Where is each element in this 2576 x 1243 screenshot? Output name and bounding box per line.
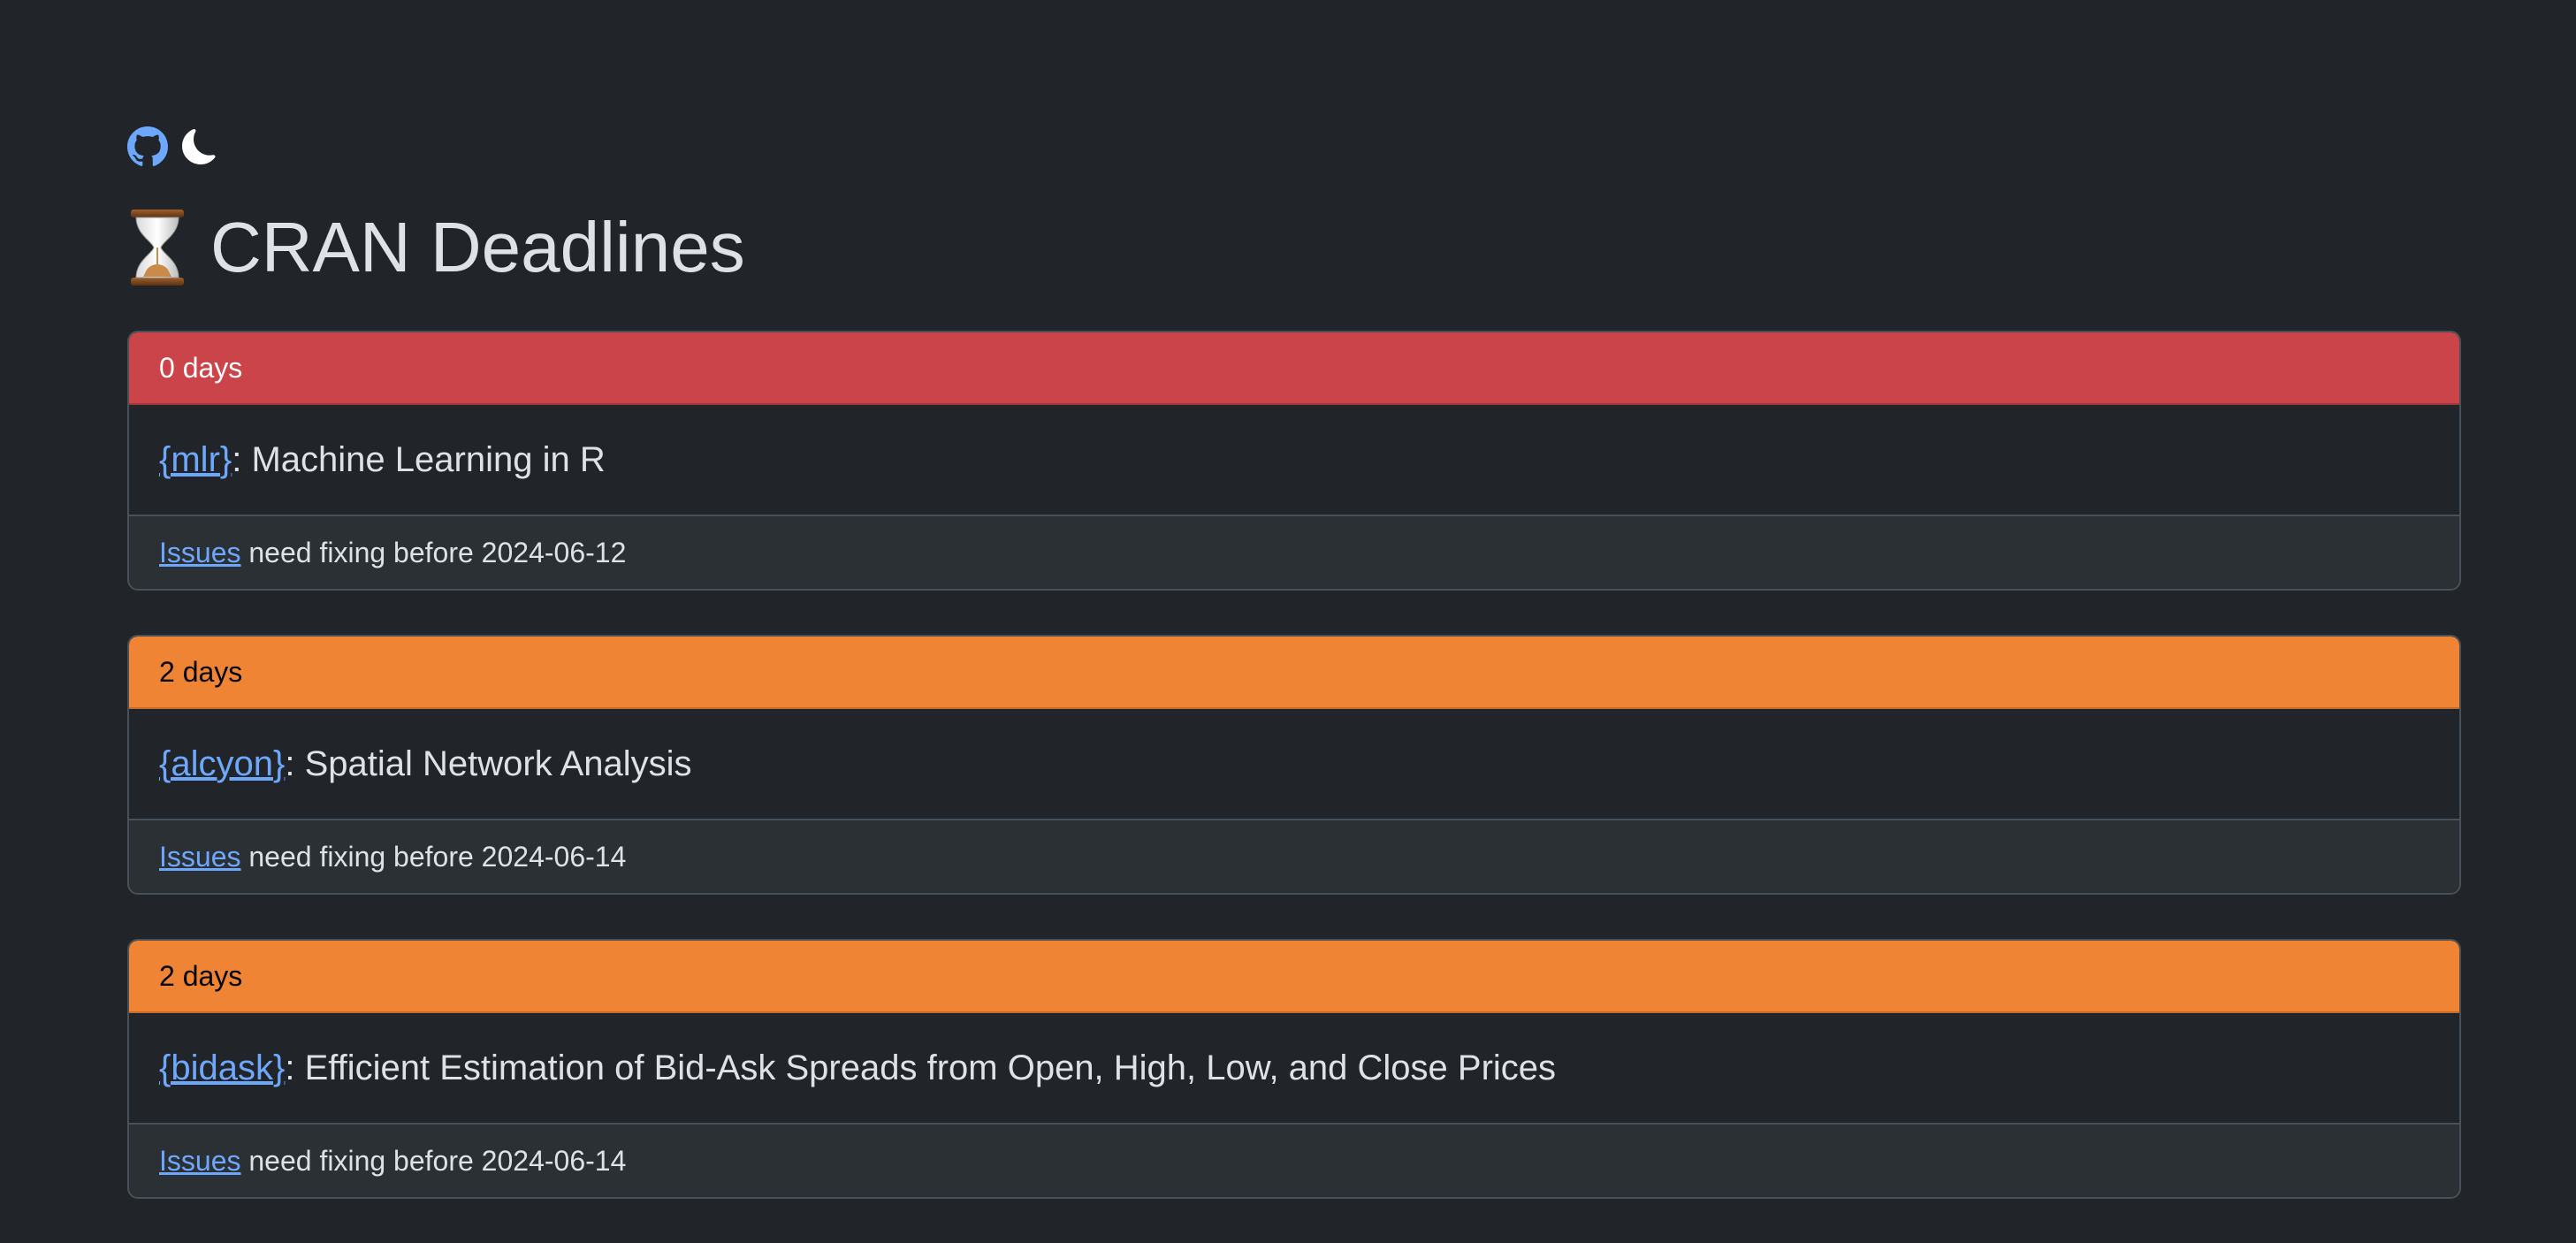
package-title: {bidask}: Efficient Estimation of Bid-As… xyxy=(129,1013,2459,1125)
package-title: {alcyon}: Spatial Network Analysis xyxy=(129,709,2459,820)
issues-link[interactable]: Issues xyxy=(159,1145,240,1178)
days-remaining-header: 0 days xyxy=(129,332,2459,405)
page-title-text: CRAN Deadlines xyxy=(210,208,745,286)
package-link[interactable]: {mlr} xyxy=(159,440,232,480)
deadline-text: need fixing before 2024-06-14 xyxy=(240,840,627,873)
issues-link[interactable]: Issues xyxy=(159,841,240,873)
moon-icon[interactable] xyxy=(182,129,217,164)
days-remaining: 2 days xyxy=(159,655,243,688)
days-remaining: 0 days xyxy=(159,351,243,384)
github-icon[interactable] xyxy=(127,126,168,167)
page-title: CRAN Deadlines xyxy=(127,202,745,294)
package-link[interactable]: {bidask} xyxy=(159,1049,285,1088)
deadline-footer: Issues need fixing before 2024-06-14 xyxy=(129,1125,2459,1197)
days-remaining-header: 2 days xyxy=(129,637,2459,709)
package-description: : Efficient Estimation of Bid-Ask Spread… xyxy=(285,1048,1557,1087)
deadline-list: 0 days {mlr}: Machine Learning in R Issu… xyxy=(127,331,2461,1243)
package-description: : Machine Learning in R xyxy=(232,439,606,479)
package-description: : Spatial Network Analysis xyxy=(285,744,692,783)
hourglass-icon xyxy=(127,208,187,287)
deadline-card: 2 days {bidask}: Efficient Estimation of… xyxy=(127,939,2461,1199)
deadline-text: need fixing before 2024-06-14 xyxy=(240,1144,627,1177)
topbar xyxy=(127,124,217,170)
deadline-footer: Issues need fixing before 2024-06-12 xyxy=(129,516,2459,589)
issues-link[interactable]: Issues xyxy=(159,537,240,569)
deadline-footer: Issues need fixing before 2024-06-14 xyxy=(129,820,2459,893)
days-remaining-header: 2 days xyxy=(129,941,2459,1013)
days-remaining: 2 days xyxy=(159,959,243,992)
deadline-card: 0 days {mlr}: Machine Learning in R Issu… xyxy=(127,331,2461,591)
deadline-text: need fixing before 2024-06-12 xyxy=(240,536,627,568)
package-link[interactable]: {alcyon} xyxy=(159,744,285,784)
deadline-card: 2 days {alcyon}: Spatial Network Analysi… xyxy=(127,635,2461,895)
package-title: {mlr}: Machine Learning in R xyxy=(129,405,2459,516)
